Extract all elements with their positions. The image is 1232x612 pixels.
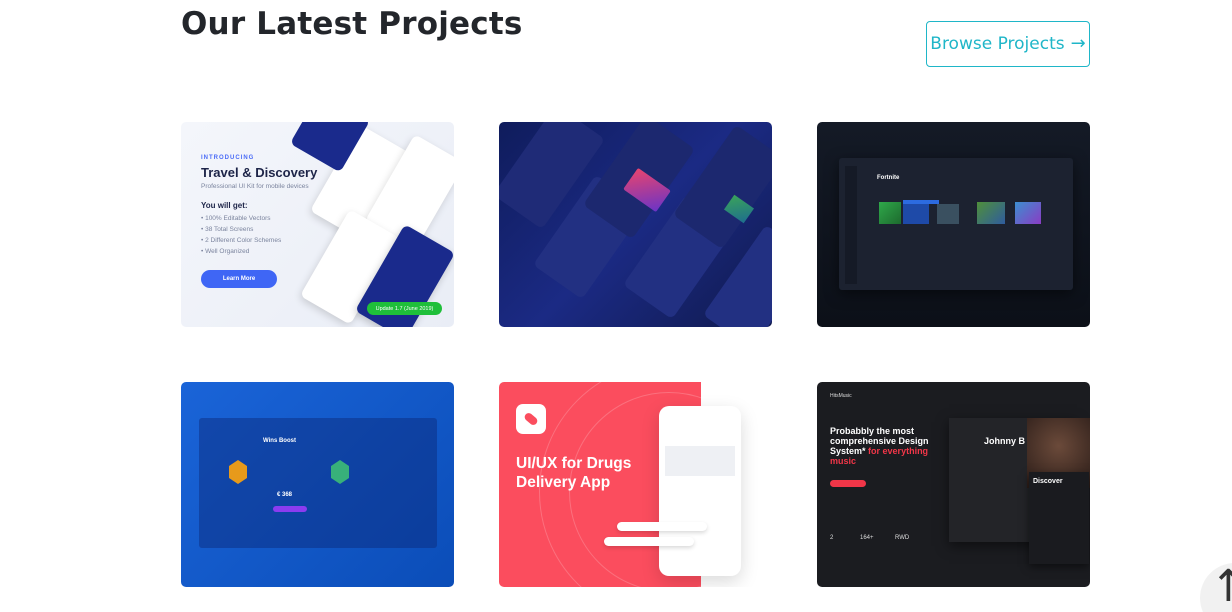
- learn-more-button: Learn More: [201, 270, 277, 288]
- project-card-fortnite-dashboard[interactable]: Fortnite: [817, 122, 1090, 327]
- game-thumb: [977, 202, 1005, 224]
- stat-value: 2: [830, 535, 834, 541]
- boost-heading: Wins Boost: [263, 438, 296, 444]
- feature-item: • 100% Editable Vectors: [201, 215, 271, 222]
- dashboard-window: [839, 158, 1073, 290]
- stat-value: 164+: [860, 535, 874, 541]
- discover-panel: [1029, 472, 1089, 564]
- card-title: Travel & Discovery: [201, 165, 318, 180]
- feature-item: • 38 Total Screens: [201, 226, 254, 233]
- project-card-travel-discovery[interactable]: INTRODUCING Travel & Discovery Professio…: [181, 122, 454, 327]
- game-thumb: [903, 204, 929, 224]
- browse-projects-button[interactable]: Browse Projects →: [926, 21, 1090, 67]
- brand-name: HitsMusic: [830, 393, 852, 399]
- boost-button: [273, 506, 307, 512]
- search-pill: [604, 537, 694, 546]
- artist-name: Johnny B: [984, 436, 1026, 446]
- arrow-right-icon: →: [1070, 33, 1086, 54]
- update-badge: Update 1.7 (June 2019): [367, 302, 442, 315]
- price-display: € 368: [277, 492, 293, 498]
- project-card-drugs-delivery[interactable]: UI/UX for Drugs Delivery App: [499, 382, 772, 587]
- phone-mockup: [659, 406, 741, 576]
- blue-dropdown: [903, 200, 939, 204]
- game-thumb: [879, 202, 901, 224]
- scroll-to-top-button[interactable]: ↑: [1200, 563, 1232, 612]
- sidebar: [845, 166, 857, 284]
- boost-window: [199, 418, 437, 548]
- arrow-up-icon: ↑: [1210, 561, 1232, 612]
- features-heading: You will get:: [201, 201, 248, 210]
- browse-projects-label: Browse Projects: [930, 34, 1065, 54]
- card-headline: UI/UX for Drugs Delivery App: [516, 455, 632, 491]
- search-pill: [617, 522, 707, 531]
- cta-pill: [830, 480, 866, 487]
- discover-title: Discover: [1033, 478, 1063, 485]
- feature-item: • 2 Different Color Schemes: [201, 237, 282, 244]
- map-area: [665, 446, 735, 476]
- game-title: Fortnite: [877, 175, 900, 181]
- project-card-wins-boost[interactable]: Wins Boost € 368: [181, 382, 454, 587]
- game-thumb: [1015, 202, 1041, 224]
- card-kicker: INTRODUCING: [201, 155, 255, 161]
- pill-logo-icon: [516, 404, 546, 434]
- card-subtitle: Professional UI Kit for mobile devices: [201, 183, 309, 190]
- stat-value: RWD: [895, 535, 910, 541]
- project-card-dark-mobile-ui[interactable]: [499, 122, 772, 327]
- project-card-hitsmusic[interactable]: HitsMusic Probabbly the most comprehensi…: [817, 382, 1090, 587]
- game-thumb: [937, 204, 959, 224]
- section-title: Our Latest Projects: [181, 6, 523, 42]
- card-headline: Probabbly the most comprehensive Design …: [830, 426, 945, 466]
- feature-item: • Well Organized: [201, 248, 250, 255]
